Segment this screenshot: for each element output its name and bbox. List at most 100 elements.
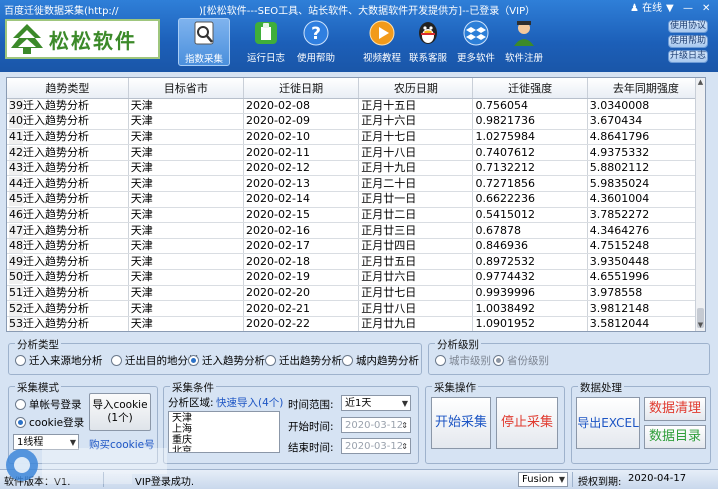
table-cell[interactable]: 4.3601004 [587,191,705,208]
table-cell-trend-type[interactable]: 41迁入趋势分析 [7,129,129,146]
table-cell[interactable]: 4.7515248 [587,238,705,255]
online-status[interactable]: ♟ 在线 [630,2,662,16]
table-row[interactable]: 40迁入趋势分析 天津 2020-02-09 正月十六日 0.9821736 3.6704… [7,113,705,130]
table-row[interactable]: 45迁入趋势分析 天津 2020-02-14 正月廿一日 0.6622236 4.3601… [7,191,705,208]
table-cell[interactable]: 0.9774432 [472,269,588,286]
col-header-lunar-date[interactable]: 农历日期 [358,78,474,99]
table-cell[interactable]: 天津 [128,98,245,115]
changelog-button[interactable]: 升级日志 [668,50,708,63]
radio-dot-selected[interactable] [493,355,504,366]
radio-province-level[interactable]: 省份级别 [493,353,549,368]
table-cell[interactable]: 1.0275984 [472,129,588,146]
toolbar-help[interactable]: ? 使用帮助 [290,18,342,66]
table-cell-trend-type[interactable]: 45迁入趋势分析 [7,191,129,208]
table-cell[interactable]: 天津 [128,238,245,255]
minimize-icon[interactable]: — [683,2,693,16]
table-cell[interactable]: 3.5812044 [587,316,705,331]
data-table[interactable]: 趋势类型 目标省市 迁徙日期 农历日期 迁徙强度 去年同期强度 39迁入趋势分析… [6,77,706,332]
table-cell[interactable]: 0.9939996 [472,285,588,302]
toolbar-service[interactable]: 联系客服 [402,18,454,66]
col-header-last-year-strength[interactable]: 去年同期强度 [587,78,705,99]
minimize-button[interactable]: ▼ [666,2,674,16]
help-side-button[interactable]: 使用帮助 [668,35,708,48]
table-cell[interactable]: 2020-02-11 [243,144,360,161]
table-cell[interactable]: 2020-02-19 [243,269,360,286]
table-cell[interactable]: 正月廿五日 [358,253,474,271]
table-cell[interactable]: 正月廿六日 [358,269,474,286]
table-cell[interactable]: 天津 [128,222,245,239]
radio-city-level[interactable]: 城市级别 [435,353,491,368]
table-cell[interactable]: 4.3464276 [587,222,705,239]
table-cell-trend-type[interactable]: 50迁入趋势分析 [7,269,129,286]
radio-outflow-dest[interactable]: 迁出目的地分析 [111,353,199,368]
radio-dot[interactable] [15,399,26,410]
table-row[interactable]: 41迁入趋势分析 天津 2020-02-10 正月十七日 1.0275984 4.8641… [7,129,705,146]
toolbar-run-log[interactable]: 运行日志 [240,18,292,66]
table-cell[interactable]: 天津 [128,207,245,224]
toolbar-index-collect[interactable]: 指数采集 [178,18,230,66]
list-item[interactable]: 重庆 [172,435,276,446]
table-cell[interactable]: 0.7132212 [472,160,588,177]
table-cell[interactable]: 0.7407612 [472,144,588,161]
radio-intracity-trend[interactable]: 城内趋势分析 [342,353,419,368]
table-cell[interactable]: 0.6622236 [472,191,588,208]
table-cell[interactable]: 天津 [128,175,245,193]
table-cell[interactable]: 4.9375332 [587,144,705,161]
table-cell[interactable]: 正月十八日 [358,144,474,161]
radio-dot-selected[interactable] [188,355,199,366]
radio-dot[interactable] [111,355,122,366]
table-cell[interactable]: 天津 [128,160,245,177]
table-row[interactable]: 50迁入趋势分析 天津 2020-02-19 正月廿六日 0.9774432 4.6551… [7,269,705,286]
table-cell[interactable]: 2020-02-08 [243,98,360,115]
col-header-migration-strength[interactable]: 迁徙强度 [472,78,588,99]
list-item[interactable]: 天津 [172,413,276,424]
toolbar-video[interactable]: 视频教程 [356,18,408,66]
table-cell[interactable]: 0.9821736 [472,113,588,130]
table-cell[interactable]: 2020-02-20 [243,285,360,302]
import-cookie-button[interactable]: 导入cookie (1个) [89,393,151,431]
table-cell-trend-type[interactable]: 48迁入趋势分析 [7,238,129,255]
table-cell[interactable]: 天津 [128,316,245,331]
table-cell[interactable]: 2020-02-12 [243,160,360,177]
radio-outflow-trend[interactable]: 迁出趋势分析 [265,353,342,368]
table-cell[interactable]: 正月二十日 [358,175,474,193]
region-listbox[interactable]: 天津 上海 重庆 北京 [168,411,280,453]
table-cell[interactable]: 正月十五日 [358,98,474,115]
table-scrollbar[interactable]: ▲ ▼ [695,78,705,331]
table-cell[interactable]: 正月廿四日 [358,238,474,255]
col-header-target-province[interactable]: 目标省市 [128,78,245,99]
table-cell[interactable]: 0.756054 [472,98,588,115]
table-cell[interactable]: 天津 [128,285,245,302]
theme-select[interactable]: Fusion ▼ [518,472,568,487]
scroll-down-icon[interactable]: ▼ [696,321,705,330]
toolbar-register[interactable]: 软件注册 [498,18,550,66]
table-cell[interactable]: 2020-02-10 [243,129,360,146]
table-cell[interactable]: 2020-02-13 [243,175,360,193]
scroll-up-icon[interactable]: ▲ [696,78,705,87]
table-cell[interactable]: 4.8641796 [587,129,705,146]
table-cell[interactable]: 正月廿七日 [358,285,474,302]
table-cell[interactable]: 2020-02-15 [243,207,360,224]
table-cell[interactable]: 2020-02-14 [243,191,360,208]
table-cell[interactable]: 天津 [128,253,245,271]
table-row[interactable]: 43迁入趋势分析 天津 2020-02-12 正月十九日 0.7132212 5.8802… [7,160,705,177]
close-button[interactable]: ✕ [702,2,710,16]
list-item[interactable]: 上海 [172,424,276,435]
col-header-migration-date[interactable]: 迁徙日期 [243,78,360,99]
start-collect-button[interactable]: 开始采集 [431,397,491,449]
data-clean-button[interactable]: 数据清理 [644,397,706,421]
table-cell[interactable]: 天津 [128,269,245,286]
list-item[interactable]: 北京 [172,446,276,452]
table-cell[interactable]: 正月十七日 [358,129,474,146]
table-cell[interactable]: 2020-02-22 [243,316,360,331]
quick-import-link[interactable]: 快速导入(4个) [216,395,283,410]
table-row[interactable]: 42迁入趋势分析 天津 2020-02-11 正月十八日 0.7407612 4.9375… [7,144,705,161]
table-cell[interactable]: 正月十六日 [358,113,474,130]
data-catalog-button[interactable]: 数据目录 [644,425,706,449]
table-cell[interactable]: 3.670434 [587,113,705,130]
radio-inflow-trend[interactable]: 迁入趋势分析 [188,353,265,368]
table-cell[interactable]: 天津 [128,300,245,317]
table-cell[interactable]: 3.7852272 [587,207,705,224]
table-row[interactable]: 53迁入趋势分析 天津 2020-02-22 正月廿九日 1.0901952 3.5812… [7,316,705,331]
toolbar-more-software[interactable]: 更多软件 [450,18,502,66]
